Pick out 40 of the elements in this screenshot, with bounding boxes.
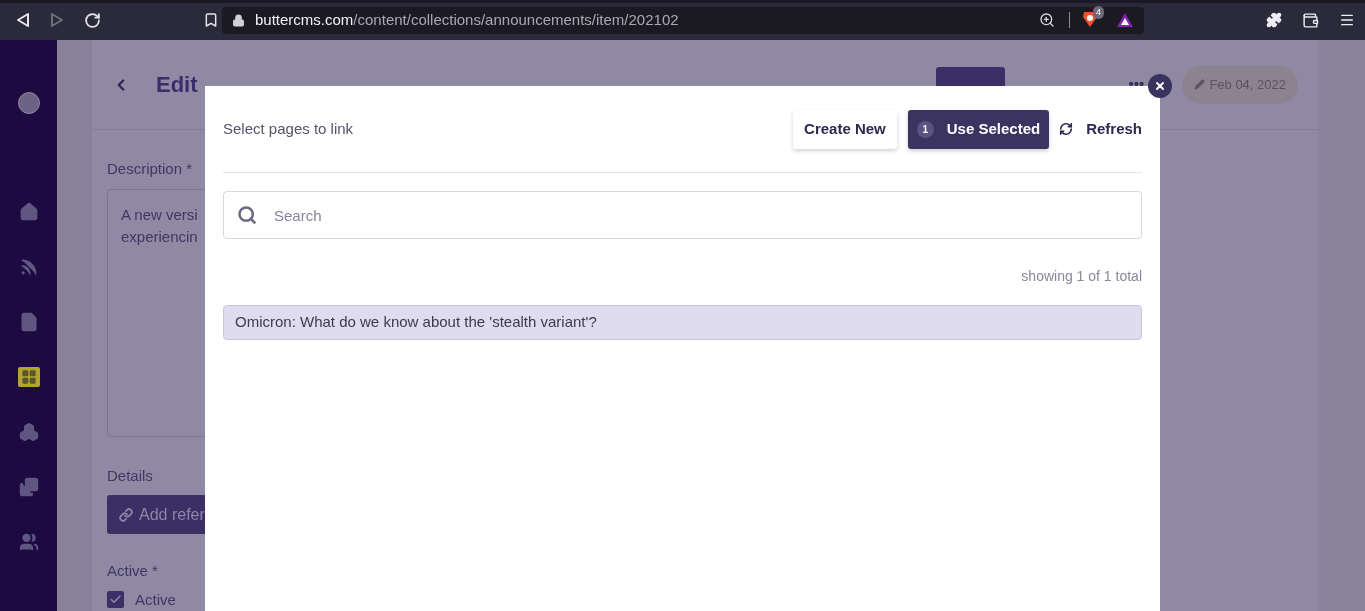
description-line: experiencin <box>121 226 198 247</box>
avatar[interactable] <box>17 92 40 114</box>
field-label: Description * <box>107 159 194 179</box>
use-selected-button[interactable]: 1 Use Selected <box>907 109 1050 149</box>
pencil-icon <box>1194 79 1206 90</box>
modal-title: Select pages to link <box>223 118 354 139</box>
active-checkbox[interactable] <box>107 591 124 609</box>
checkbox-label: Active <box>135 589 176 610</box>
result-row[interactable]: Omicron: What do we know about the 'stealth variant'? <box>223 305 1142 340</box>
grid-icon <box>20 369 37 385</box>
refresh-button[interactable]: Refresh <box>1059 109 1142 149</box>
triangle-icon[interactable] <box>1116 12 1134 28</box>
page-title: Edit <box>156 71 198 99</box>
refresh-icon <box>1059 122 1074 136</box>
bookmark-icon[interactable] <box>203 12 219 28</box>
field-label: Active * <box>107 561 159 581</box>
menu-icon[interactable] <box>1339 12 1355 28</box>
users-icon <box>18 532 39 552</box>
lock-icon <box>232 13 245 27</box>
back-icon[interactable] <box>16 12 30 28</box>
url-text: buttercms.com/content/collections/announcements/item/202102 <box>255 9 679 30</box>
sidebar-item[interactable] <box>17 367 40 387</box>
extensions-icon[interactable] <box>1266 12 1282 28</box>
zoom-icon[interactable] <box>1039 12 1055 28</box>
address-bar[interactable]: buttercms.com/content/collections/announcements/item/202102 4 <box>222 6 1144 34</box>
description-line: A new versi <box>121 204 198 225</box>
result-count: showing 1 of 1 total <box>1021 267 1142 286</box>
home-icon <box>18 202 39 222</box>
search-icon <box>237 205 257 225</box>
create-new-button[interactable]: Create New <box>793 109 897 149</box>
shield-badge: 4 <box>1093 6 1104 19</box>
link-icon <box>119 507 133 522</box>
boxes-icon <box>18 422 39 442</box>
field-label: Details <box>107 465 154 486</box>
selected-count-badge: 1 <box>916 120 934 138</box>
close-icon <box>1154 80 1166 92</box>
wallet-icon[interactable] <box>1302 11 1319 29</box>
images-icon <box>18 477 39 497</box>
search-field[interactable]: Search <box>223 191 1142 239</box>
reload-icon[interactable] <box>84 11 101 29</box>
